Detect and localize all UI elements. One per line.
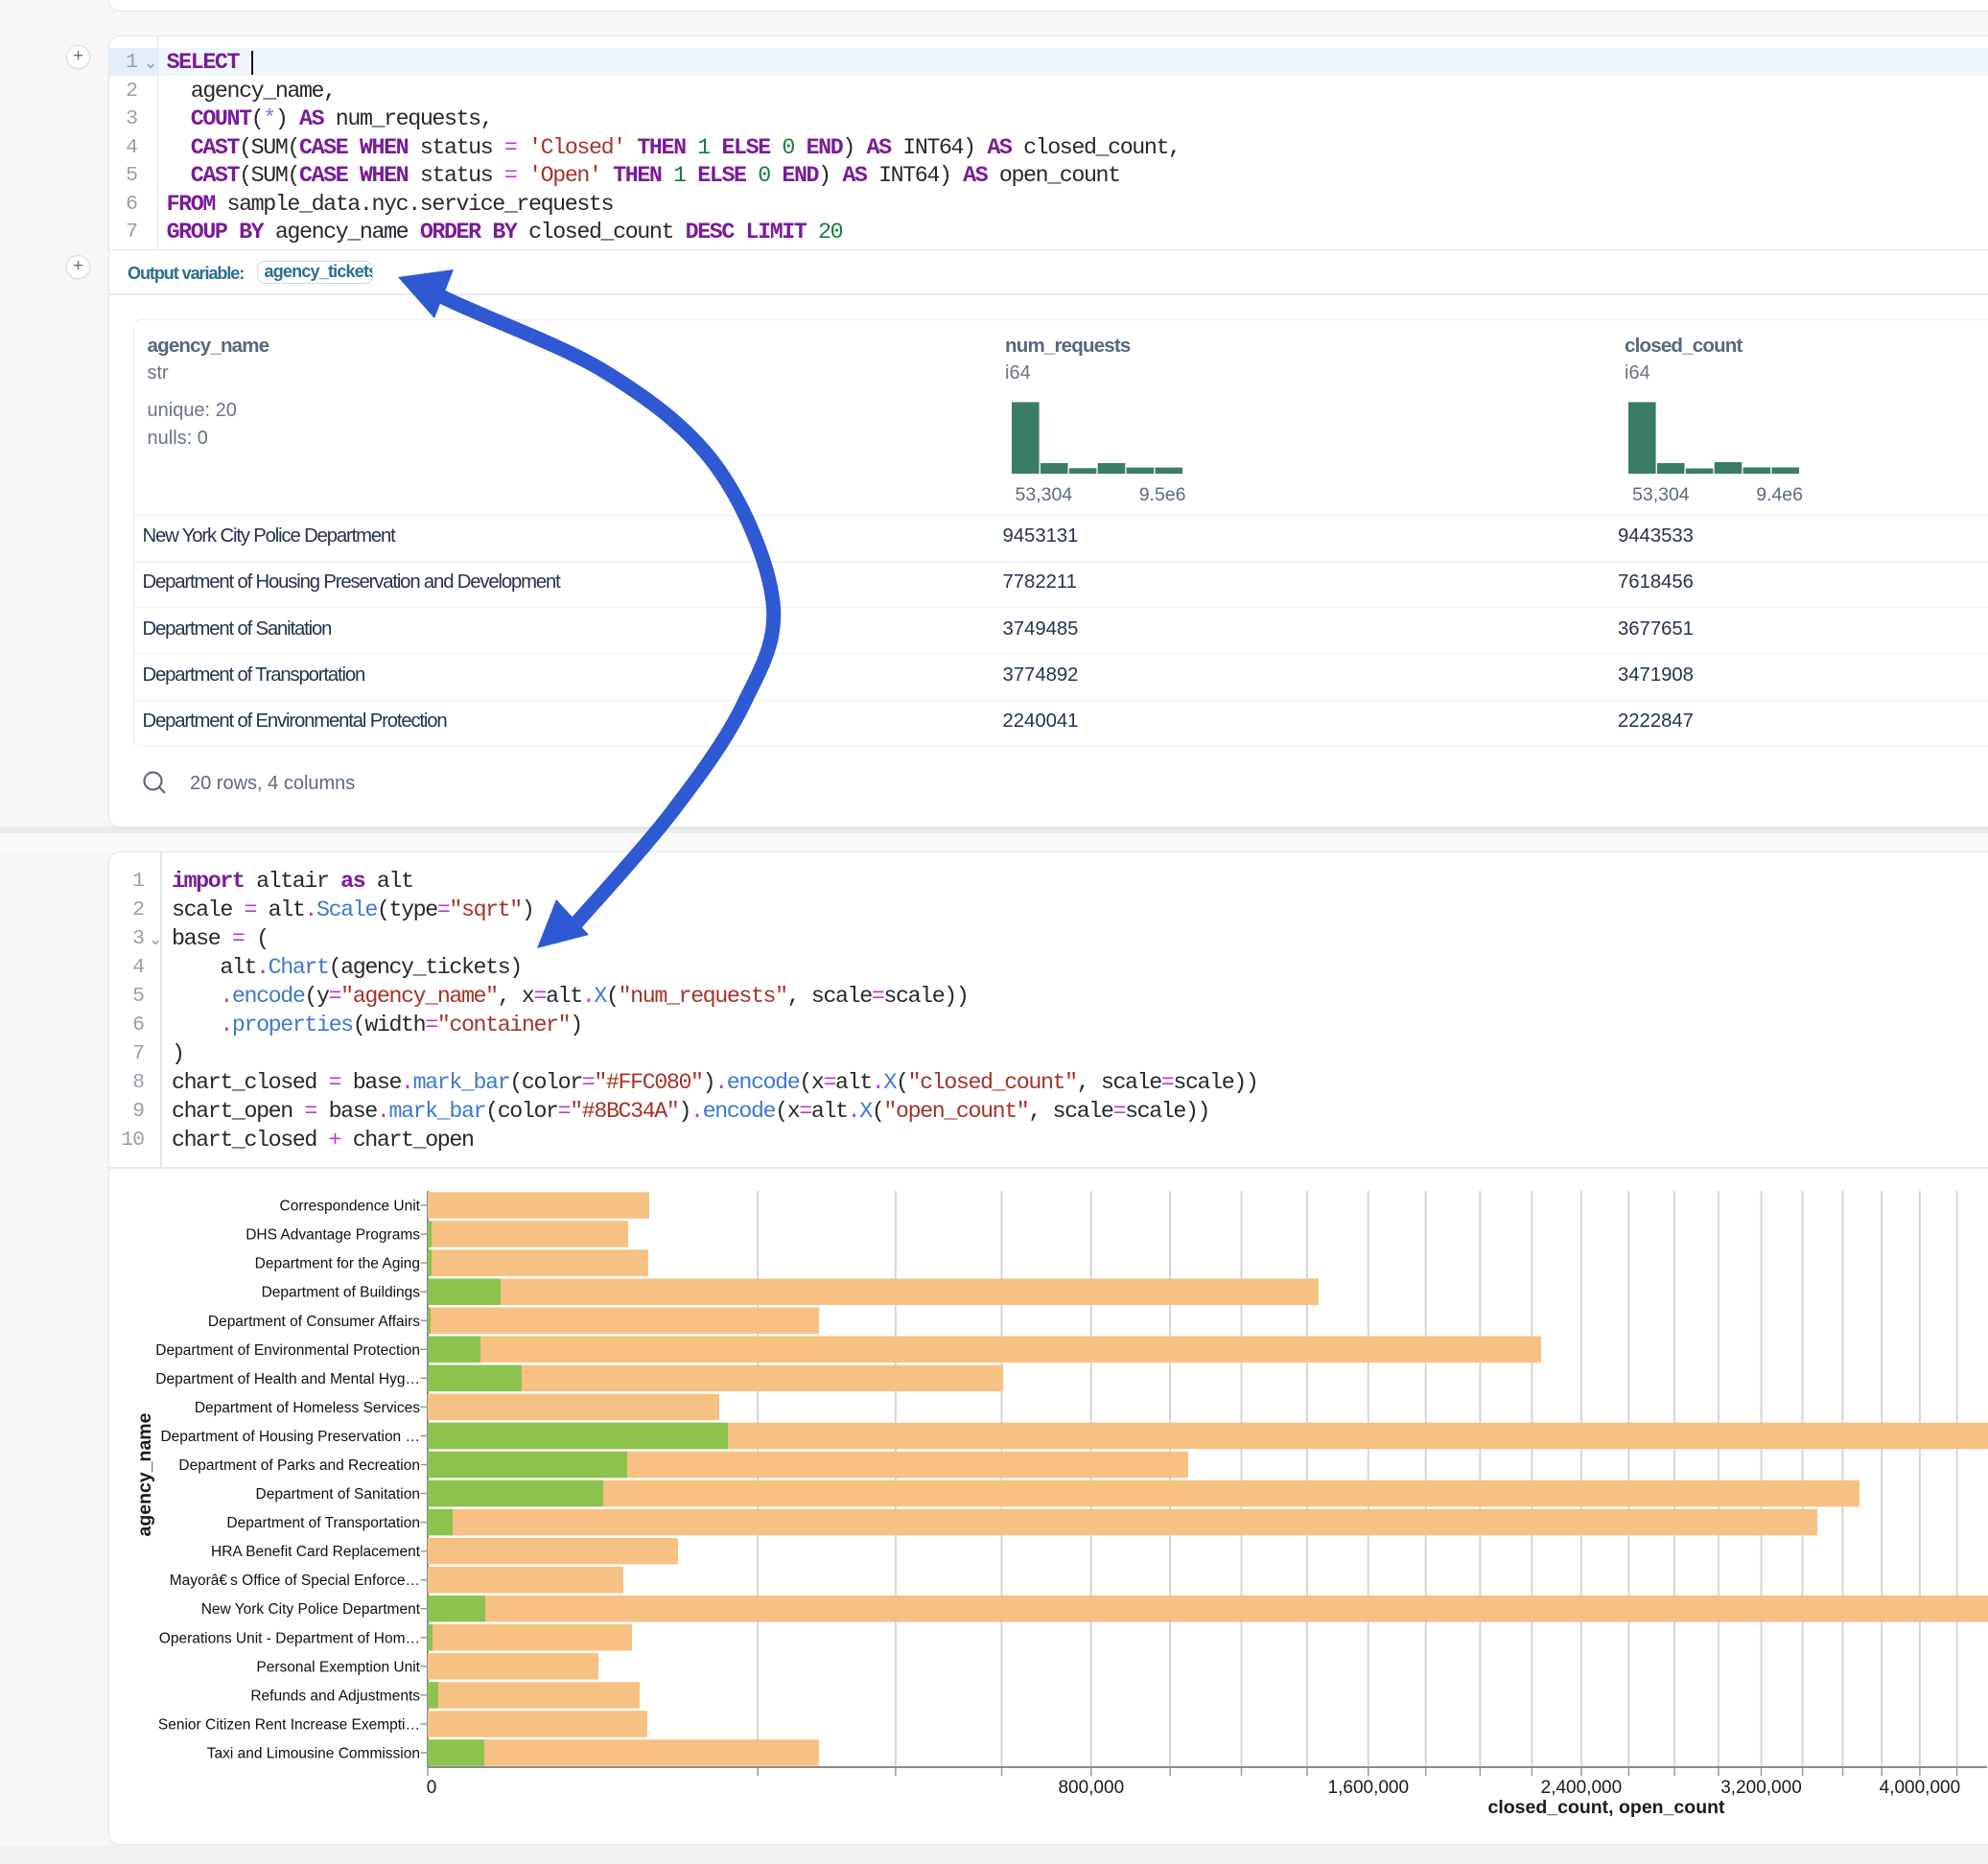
svg-text:Personal Exemption Unit: Personal Exemption Unit [256,1659,420,1675]
svg-text:agency_name: agency_name [134,1412,155,1536]
svg-text:Department of Homeless Service: Department of Homeless Services [195,1400,420,1416]
svg-text:Operations Unit - Department o: Operations Unit - Department of Hom… [159,1630,420,1646]
svg-text:Department of Housing Preserva: Department of Housing Preservation … [160,1429,420,1445]
svg-text:Department of Consumer Affairs: Department of Consumer Affairs [208,1314,420,1330]
svg-text:Senior Citizen Rent Increase E: Senior Citizen Rent Increase Exempti… [158,1716,420,1733]
svg-text:HRA Benefit Card Replacement: HRA Benefit Card Replacement [211,1544,421,1560]
svg-text:Department for the Aging: Department for the Aging [255,1256,420,1272]
svg-text:0: 0 [427,1778,437,1798]
svg-text:Department of Sanitation: Department of Sanitation [256,1486,420,1503]
svg-text:1,600,000: 1,600,000 [1328,1778,1410,1798]
svg-text:Department of Parks and Recrea: Department of Parks and Recreation [178,1457,420,1474]
svg-text:New York City Police Departmen: New York City Police Department [201,1601,421,1618]
svg-text:Refunds and Adjustments: Refunds and Adjustments [250,1688,420,1704]
svg-text:2,400,000: 2,400,000 [1541,1778,1623,1798]
svg-text:Department of Health and Menta: Department of Health and Mental Hyg… [155,1371,420,1387]
svg-text:Department of Buildings: Department of Buildings [262,1285,421,1301]
svg-text:Department of Transportation: Department of Transportation [226,1515,420,1531]
svg-text:Department of Environmental Pr: Department of Environmental Protection [155,1342,420,1359]
svg-text:closed_count, open_count: closed_count, open_count [1487,1797,1725,1818]
svg-text:800,000: 800,000 [1058,1778,1124,1798]
svg-text:Correspondence Unit: Correspondence Unit [280,1199,421,1215]
svg-text:Mayorâ€ s Office of Special En: Mayorâ€ s Office of Special Enforce… [170,1573,420,1589]
svg-text:3,200,000: 3,200,000 [1720,1778,1802,1798]
svg-text:DHS Advantage Programs: DHS Advantage Programs [246,1227,420,1244]
svg-text:4,000,000: 4,000,000 [1880,1778,1961,1798]
svg-text:Taxi and Limousine Commission: Taxi and Limousine Commission [207,1746,420,1762]
